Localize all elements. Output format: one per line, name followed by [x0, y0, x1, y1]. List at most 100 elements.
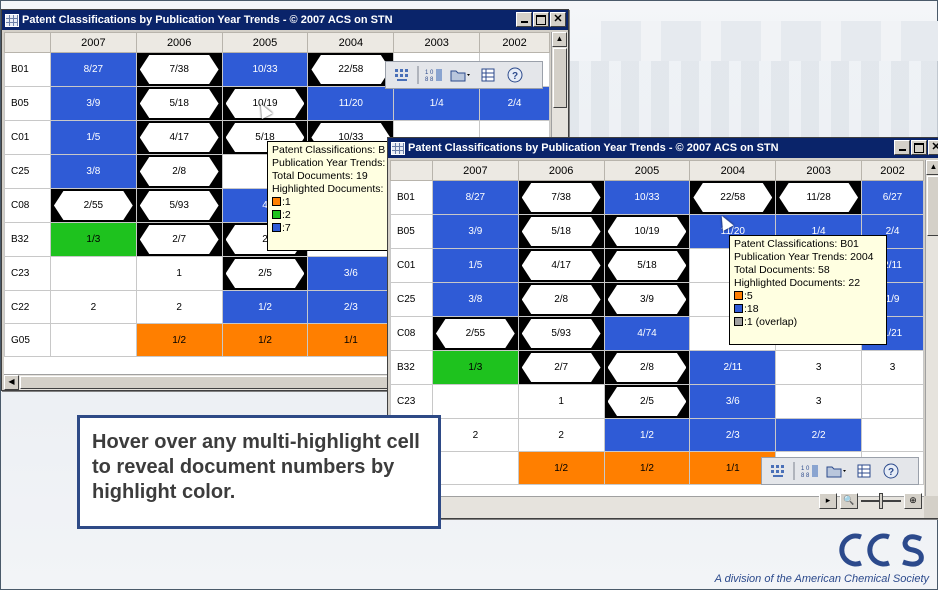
column-header-year[interactable]: 2002	[479, 32, 550, 53]
column-header-year[interactable]: 2002	[861, 160, 924, 181]
grid-cell[interactable]: 2	[135, 290, 223, 324]
column-header-year[interactable]: 2004	[307, 32, 395, 53]
grid-cell[interactable]: 3/6	[307, 256, 395, 291]
row-header-classification[interactable]: C23	[390, 384, 433, 419]
maximize-button[interactable]	[911, 140, 927, 155]
zoom-in-icon[interactable]: ⊕	[904, 493, 922, 509]
column-header-year[interactable]: 2007	[431, 160, 519, 181]
grid-cell[interactable]: 2/3	[689, 418, 777, 452]
column-header-year[interactable]: 2007	[49, 32, 137, 53]
sort-icon[interactable]: 1 08 8	[422, 64, 446, 86]
row-header-classification[interactable]: C08	[390, 316, 433, 351]
grid-cell[interactable]: 3/8	[431, 282, 519, 317]
help-icon[interactable]: ?	[503, 64, 527, 86]
row-header-classification[interactable]: B05	[4, 86, 51, 121]
grid-cell[interactable]: 2/55	[49, 188, 137, 223]
row-header-classification[interactable]: B32	[4, 222, 51, 257]
grid-cell[interactable]: 2/11	[689, 350, 777, 385]
grid-cell[interactable]: 2/5	[221, 256, 309, 291]
folder-dropdown-icon[interactable]	[825, 460, 849, 482]
row-header-classification[interactable]: B05	[390, 214, 433, 249]
grid-cell[interactable]: 1	[135, 256, 223, 291]
grid-cell[interactable]	[861, 418, 924, 452]
grid-cell[interactable]: 3/6	[689, 384, 777, 419]
grid-cell[interactable]: 2	[431, 418, 519, 452]
grid-cell[interactable]: 10/33	[221, 52, 309, 87]
grid-cell[interactable]: 7/38	[517, 180, 605, 215]
grid-cell[interactable]: 3/9	[49, 86, 137, 121]
table-icon[interactable]	[852, 460, 876, 482]
pattern-icon[interactable]	[390, 64, 414, 86]
grid-cell[interactable]	[49, 323, 137, 357]
grid-cell[interactable]: 2/55	[431, 316, 519, 351]
scroll-left-arrow[interactable]: ◀	[4, 375, 19, 390]
grid-cell[interactable]	[431, 451, 519, 485]
row-header-classification[interactable]: B01	[4, 52, 51, 87]
grid-cell[interactable]: 11/28	[775, 180, 863, 215]
grid-cell[interactable]: 3	[861, 350, 924, 385]
row-header-classification[interactable]: C01	[4, 120, 51, 155]
grid-cell[interactable]: 2/7	[135, 222, 223, 257]
grid-cell[interactable]: 2	[49, 290, 137, 324]
grid-cell[interactable]: 6/27	[861, 180, 924, 215]
front-window-titlebar[interactable]: Patent Classifications by Publication Ye…	[388, 138, 938, 158]
scroll-right-arrow[interactable]: ▸	[819, 493, 837, 509]
grid-cell[interactable]: 5/93	[135, 188, 223, 223]
grid-cell[interactable]: 1	[517, 384, 605, 419]
grid-cell[interactable]: 2/7	[517, 350, 605, 385]
sort-icon[interactable]: 1 08 8	[798, 460, 822, 482]
help-icon[interactable]: ?	[879, 460, 903, 482]
grid-cell[interactable]: 3/8	[49, 154, 137, 189]
scroll-up-arrow[interactable]: ▲	[926, 160, 938, 175]
grid-cell[interactable]: 11/20	[307, 86, 395, 121]
row-header-classification[interactable]: C23	[4, 256, 51, 291]
grid-cell[interactable]: 10/19	[603, 214, 691, 249]
row-header-classification[interactable]: C25	[4, 154, 51, 189]
grid-cell[interactable]: 8/27	[431, 180, 519, 215]
grid-cell[interactable]: 4/17	[135, 120, 223, 155]
column-header-year[interactable]: 2006	[517, 160, 605, 181]
grid-cell[interactable]: 5/18	[603, 248, 691, 283]
grid-cell[interactable]: 3/9	[431, 214, 519, 249]
grid-cell[interactable]: 5/93	[517, 316, 605, 351]
close-button[interactable]: ✕	[928, 140, 938, 155]
grid-cell[interactable]: 1/2	[221, 290, 309, 324]
row-header-classification[interactable]: G05	[4, 323, 51, 357]
column-header-year[interactable]: 2005	[603, 160, 691, 181]
grid-cell[interactable]: 22/58	[307, 52, 395, 87]
hscroll-thumb[interactable]	[20, 376, 450, 389]
grid-cell[interactable]: 2/8	[135, 154, 223, 189]
grid-cell[interactable]: 2	[517, 418, 605, 452]
grid-cell[interactable]: 2/3	[307, 290, 395, 324]
column-header-year[interactable]: 2003	[775, 160, 863, 181]
grid-cell[interactable]: 2/8	[603, 350, 691, 385]
table-icon[interactable]	[476, 64, 500, 86]
grid-cell[interactable]: 10/33	[603, 180, 691, 215]
grid-cell[interactable]: 7/38	[135, 52, 223, 87]
row-header-classification[interactable]: B01	[390, 180, 433, 215]
grid-cell[interactable]: 3	[775, 350, 863, 385]
row-header-classification[interactable]: C08	[4, 188, 51, 223]
grid-cell[interactable]: 5/18	[135, 86, 223, 121]
grid-cell[interactable]: 2/5	[603, 384, 691, 419]
front-vertical-scrollbar[interactable]: ▲	[925, 160, 938, 496]
grid-cell[interactable]	[49, 256, 137, 291]
grid-cell[interactable]: 1/2	[603, 418, 691, 452]
row-header-classification[interactable]: B32	[390, 350, 433, 385]
grid-cell[interactable]: 1/5	[49, 120, 137, 155]
grid-cell[interactable]: 1/5	[431, 248, 519, 283]
grid-cell[interactable]: 4/17	[517, 248, 605, 283]
grid-cell[interactable]: 1/3	[431, 350, 519, 385]
grid-cell[interactable]: 1/2	[517, 451, 605, 485]
grid-cell[interactable]: 8/27	[49, 52, 137, 87]
maximize-button[interactable]	[533, 12, 549, 27]
grid-cell[interactable]: 4/74	[603, 316, 691, 351]
folder-dropdown-icon[interactable]	[449, 64, 473, 86]
grid-cell[interactable]: 1/2	[221, 323, 309, 357]
scroll-thumb[interactable]	[553, 48, 567, 108]
row-header-classification[interactable]: C25	[390, 282, 433, 317]
grid-cell[interactable]: 1/3	[49, 222, 137, 257]
grid-cell[interactable]: 1/1	[307, 323, 395, 357]
grid-cell[interactable]: 2/4	[479, 86, 550, 121]
grid-cell[interactable]: 1/2	[603, 451, 691, 485]
